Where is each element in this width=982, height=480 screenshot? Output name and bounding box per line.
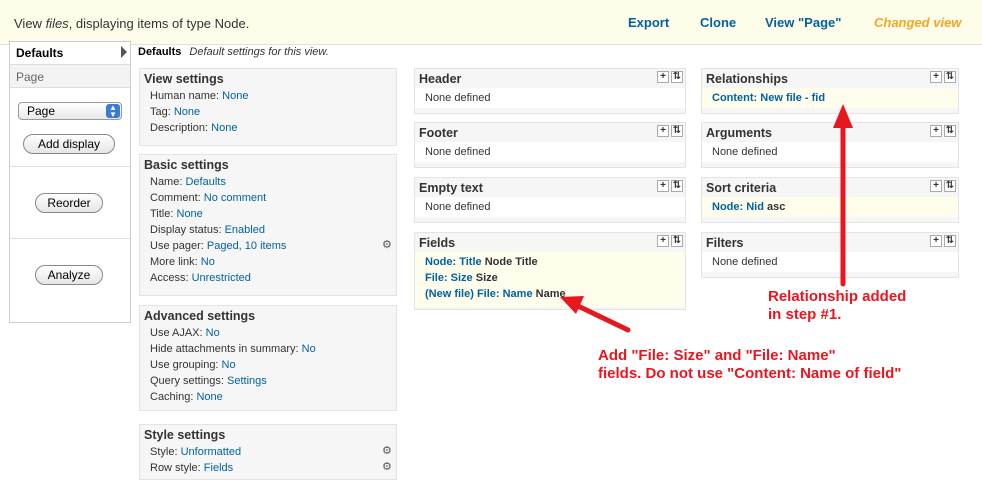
relationship-arrow [833,104,853,287]
annotation-line: fields. Do not use "Content: Name of fie… [598,365,902,382]
fields-annotation: Add "File: Size" and "File: Name" fields… [598,347,901,383]
fields-arrow-shaft [575,303,631,333]
annotation-line: Add "File: Size" and "File: Name" [598,347,836,364]
annotation-line: in step #1. [768,306,842,323]
annotation-arrows [560,104,853,333]
relationship-arrow-head [833,104,853,128]
relationship-annotation: Relationship added in step #1. [768,288,906,324]
fields-arrow [560,296,631,333]
annotation-line: Relationship added [768,288,907,305]
